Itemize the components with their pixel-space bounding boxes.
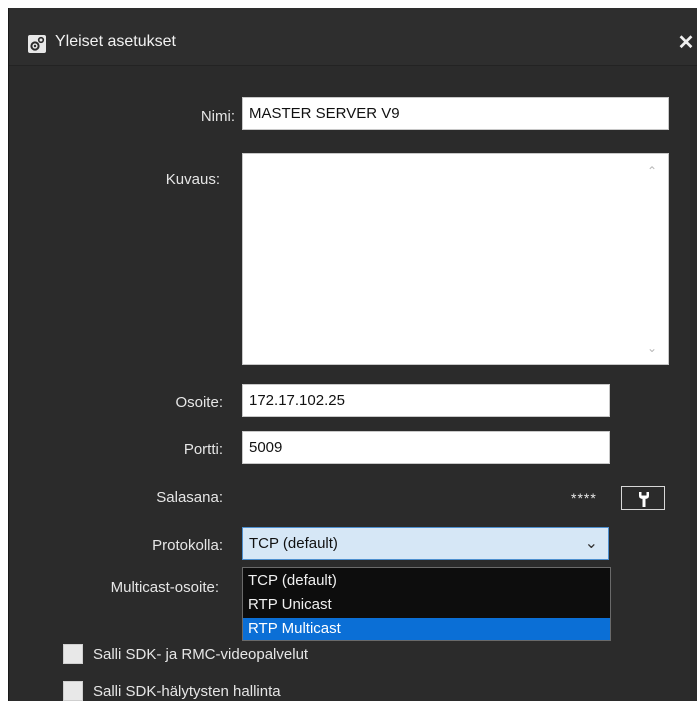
description-label: Kuvaus:	[165, 171, 220, 188]
address-label: Osoite:	[175, 394, 223, 411]
sdk-rmc-video-checkbox[interactable]	[63, 644, 83, 664]
sdk-alarm-checkbox[interactable]	[63, 681, 83, 701]
scroll-up-icon[interactable]: ⌃	[644, 163, 660, 179]
general-settings-dialog: Yleiset asetukset ✕ Nimi: Kuvaus: ⌃ ⌄ Os…	[8, 8, 697, 701]
port-input[interactable]	[242, 431, 610, 464]
address-input[interactable]	[242, 384, 610, 417]
protocol-option-rtp-multicast[interactable]: RTP Multicast	[243, 618, 610, 640]
password-label: Salasana:	[156, 489, 223, 506]
password-mask: ****	[571, 490, 597, 506]
port-label: Portti:	[183, 441, 223, 458]
name-input[interactable]	[242, 97, 669, 130]
protocol-select[interactable]: TCP (default) ⌄	[242, 527, 609, 560]
protocol-dropdown-list: TCP (default) RTP Unicast RTP Multicast	[242, 567, 611, 641]
protocol-label: Protokolla:	[152, 537, 223, 554]
settings-gears-icon	[28, 35, 46, 53]
dialog-title: Yleiset asetukset	[55, 33, 176, 50]
protocol-option-rtp-unicast[interactable]: RTP Unicast	[243, 594, 610, 616]
name-label: Nimi:	[200, 108, 235, 125]
chevron-down-icon: ⌄	[584, 535, 598, 552]
protocol-option-tcp[interactable]: TCP (default)	[243, 570, 610, 592]
sdk-rmc-video-label: Salli SDK- ja RMC-videopalvelut	[93, 646, 309, 663]
dialog-titlebar: Yleiset asetukset ✕	[9, 8, 697, 66]
multicast-address-label: Multicast-osoite:	[110, 579, 219, 596]
key-icon	[639, 492, 649, 507]
sdk-alarm-label: Salli SDK-hälytysten hallinta	[93, 683, 281, 700]
scroll-down-icon[interactable]: ⌄	[644, 340, 660, 356]
protocol-selected-value: TCP (default)	[249, 535, 338, 552]
close-icon[interactable]: ✕	[675, 32, 697, 54]
description-textarea[interactable]: ⌃ ⌄	[242, 153, 669, 365]
change-password-button[interactable]	[621, 486, 665, 510]
